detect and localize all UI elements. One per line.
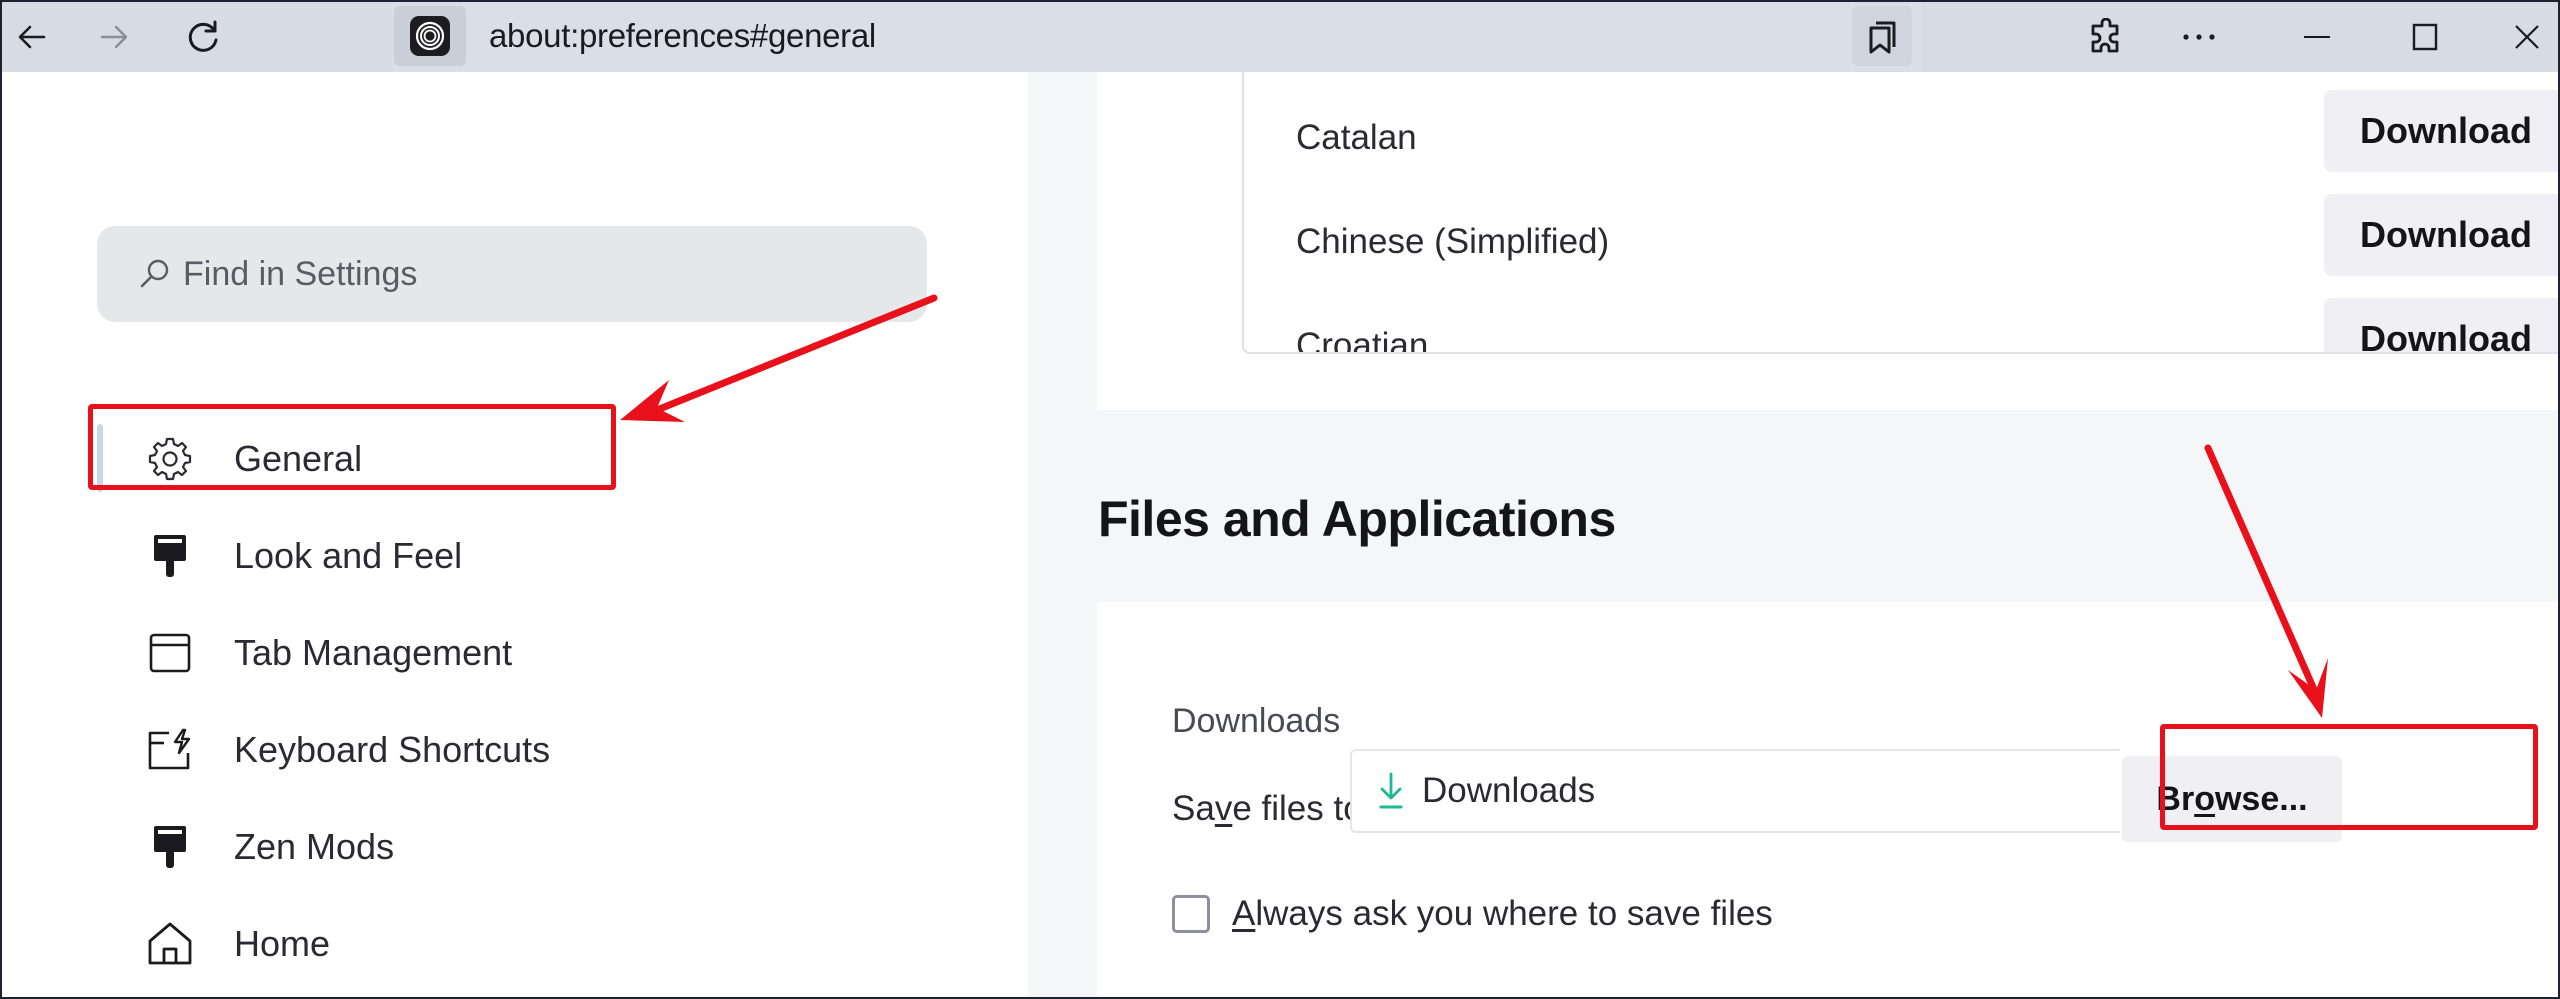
sidebar-item-tab-management[interactable]: Tab Management bbox=[97, 604, 617, 701]
reload-button[interactable] bbox=[180, 10, 226, 64]
minimize-icon bbox=[2304, 36, 2330, 38]
sidebar-item-general[interactable]: General bbox=[97, 410, 617, 507]
keyboard-shortcut-icon bbox=[148, 728, 191, 770]
minimize-button[interactable] bbox=[2292, 10, 2342, 64]
sidebar-item-label: Keyboard Shortcuts bbox=[234, 728, 551, 770]
settings-search-input[interactable]: Find in Settings bbox=[97, 226, 927, 322]
settings-content: Catalan Download Chinese (Simplified) Do… bbox=[1028, 72, 2558, 997]
window-icon bbox=[149, 633, 191, 673]
selected-indicator bbox=[97, 424, 103, 492]
label-text: lways ask you where to save files bbox=[1255, 894, 1773, 933]
settings-nav: General Look and Feel Tab Management Key… bbox=[97, 410, 617, 992]
label-text: Br bbox=[2156, 779, 2195, 818]
section-title: Files and Applications bbox=[1098, 491, 1616, 547]
toolbar: about:preferences#general bbox=[2, 2, 2558, 72]
extensions-button[interactable] bbox=[2082, 10, 2130, 64]
label-text: Sa bbox=[1172, 789, 1215, 828]
site-identity-button[interactable] bbox=[394, 6, 466, 66]
sidebar-item-label: Tab Management bbox=[234, 631, 513, 673]
always-ask-option[interactable]: Always ask you where to save files bbox=[1172, 894, 1773, 934]
puzzle-icon bbox=[2091, 18, 2119, 53]
download-button[interactable]: Download bbox=[2324, 298, 2558, 352]
settings-sidebar: Find in Settings General Look and Feel T… bbox=[2, 72, 1028, 997]
always-ask-checkbox[interactable] bbox=[1172, 895, 1210, 933]
search-placeholder: Find in Settings bbox=[183, 254, 418, 293]
download-arrow-icon bbox=[1379, 772, 1403, 809]
language-list[interactable]: Catalan Download Chinese (Simplified) Do… bbox=[1242, 72, 2558, 354]
access-key: o bbox=[2194, 779, 2215, 818]
close-window-button[interactable] bbox=[2502, 10, 2552, 64]
save-files-to-label: Save files to bbox=[1172, 789, 1363, 829]
download-button[interactable]: Download bbox=[2324, 194, 2558, 276]
paintbrush-icon bbox=[154, 826, 186, 868]
paintbrush-icon bbox=[154, 535, 186, 577]
download-folder-field[interactable]: Downloads bbox=[1350, 749, 2120, 833]
zen-browser-icon bbox=[410, 16, 450, 56]
sidebar-item-label: General bbox=[234, 437, 363, 479]
menu-button[interactable] bbox=[2174, 10, 2224, 64]
bookmarks-button[interactable] bbox=[1860, 10, 1904, 64]
access-key: A bbox=[1232, 894, 1256, 933]
back-button[interactable] bbox=[10, 10, 54, 64]
language-card: Catalan Download Chinese (Simplified) Do… bbox=[1097, 72, 2558, 410]
always-ask-label[interactable]: Always ask you where to save files bbox=[1232, 894, 1773, 934]
search-icon bbox=[140, 259, 169, 288]
sidebar-item-look-and-feel[interactable]: Look and Feel bbox=[97, 507, 617, 604]
sidebar-item-label: Look and Feel bbox=[234, 534, 463, 576]
maximize-icon bbox=[2412, 23, 2438, 51]
url-text[interactable]: about:preferences#general bbox=[489, 14, 876, 58]
forward-button[interactable] bbox=[92, 10, 136, 64]
list-item: Croatian Download bbox=[1244, 298, 2558, 354]
maximize-button[interactable] bbox=[2400, 10, 2450, 64]
browse-button[interactable]: Browse... bbox=[2122, 756, 2342, 842]
language-name: Chinese (Simplified) bbox=[1296, 222, 1610, 261]
gear-icon bbox=[148, 437, 192, 481]
sidebar-item-label: Home bbox=[234, 922, 331, 964]
sidebar-item-keyboard-shortcuts[interactable]: Keyboard Shortcuts bbox=[97, 701, 617, 798]
sidebar-item-label: Zen Mods bbox=[234, 825, 395, 867]
browser-window: about:preferences#general Find in Settin… bbox=[2, 2, 2558, 997]
downloads-heading: Downloads bbox=[1172, 702, 1341, 740]
language-name: Catalan bbox=[1296, 118, 1417, 157]
more-horizontal-icon bbox=[2183, 34, 2215, 40]
list-item: Chinese (Simplified) Download bbox=[1244, 194, 2558, 298]
home-icon bbox=[148, 922, 192, 965]
label-text: e files to bbox=[1232, 789, 1363, 828]
download-button[interactable]: Download bbox=[2324, 90, 2558, 172]
list-item: Catalan Download bbox=[1244, 90, 2558, 194]
reload-icon bbox=[188, 20, 218, 52]
arrow-right-icon bbox=[100, 25, 128, 49]
label-text: wse... bbox=[2214, 779, 2308, 818]
sidebar-item-zen-mods[interactable]: Zen Mods bbox=[97, 798, 617, 895]
bookmarks-icon bbox=[1869, 21, 1896, 54]
close-icon bbox=[2515, 25, 2539, 49]
language-name: Croatian bbox=[1296, 326, 1429, 354]
sidebar-item-home[interactable]: Home bbox=[97, 895, 617, 992]
files-card: Downloads Save files to Downloads Browse… bbox=[1097, 602, 2558, 997]
access-key: v bbox=[1214, 789, 1233, 828]
download-folder-path: Downloads bbox=[1422, 771, 1596, 810]
arrow-left-icon bbox=[18, 25, 46, 49]
